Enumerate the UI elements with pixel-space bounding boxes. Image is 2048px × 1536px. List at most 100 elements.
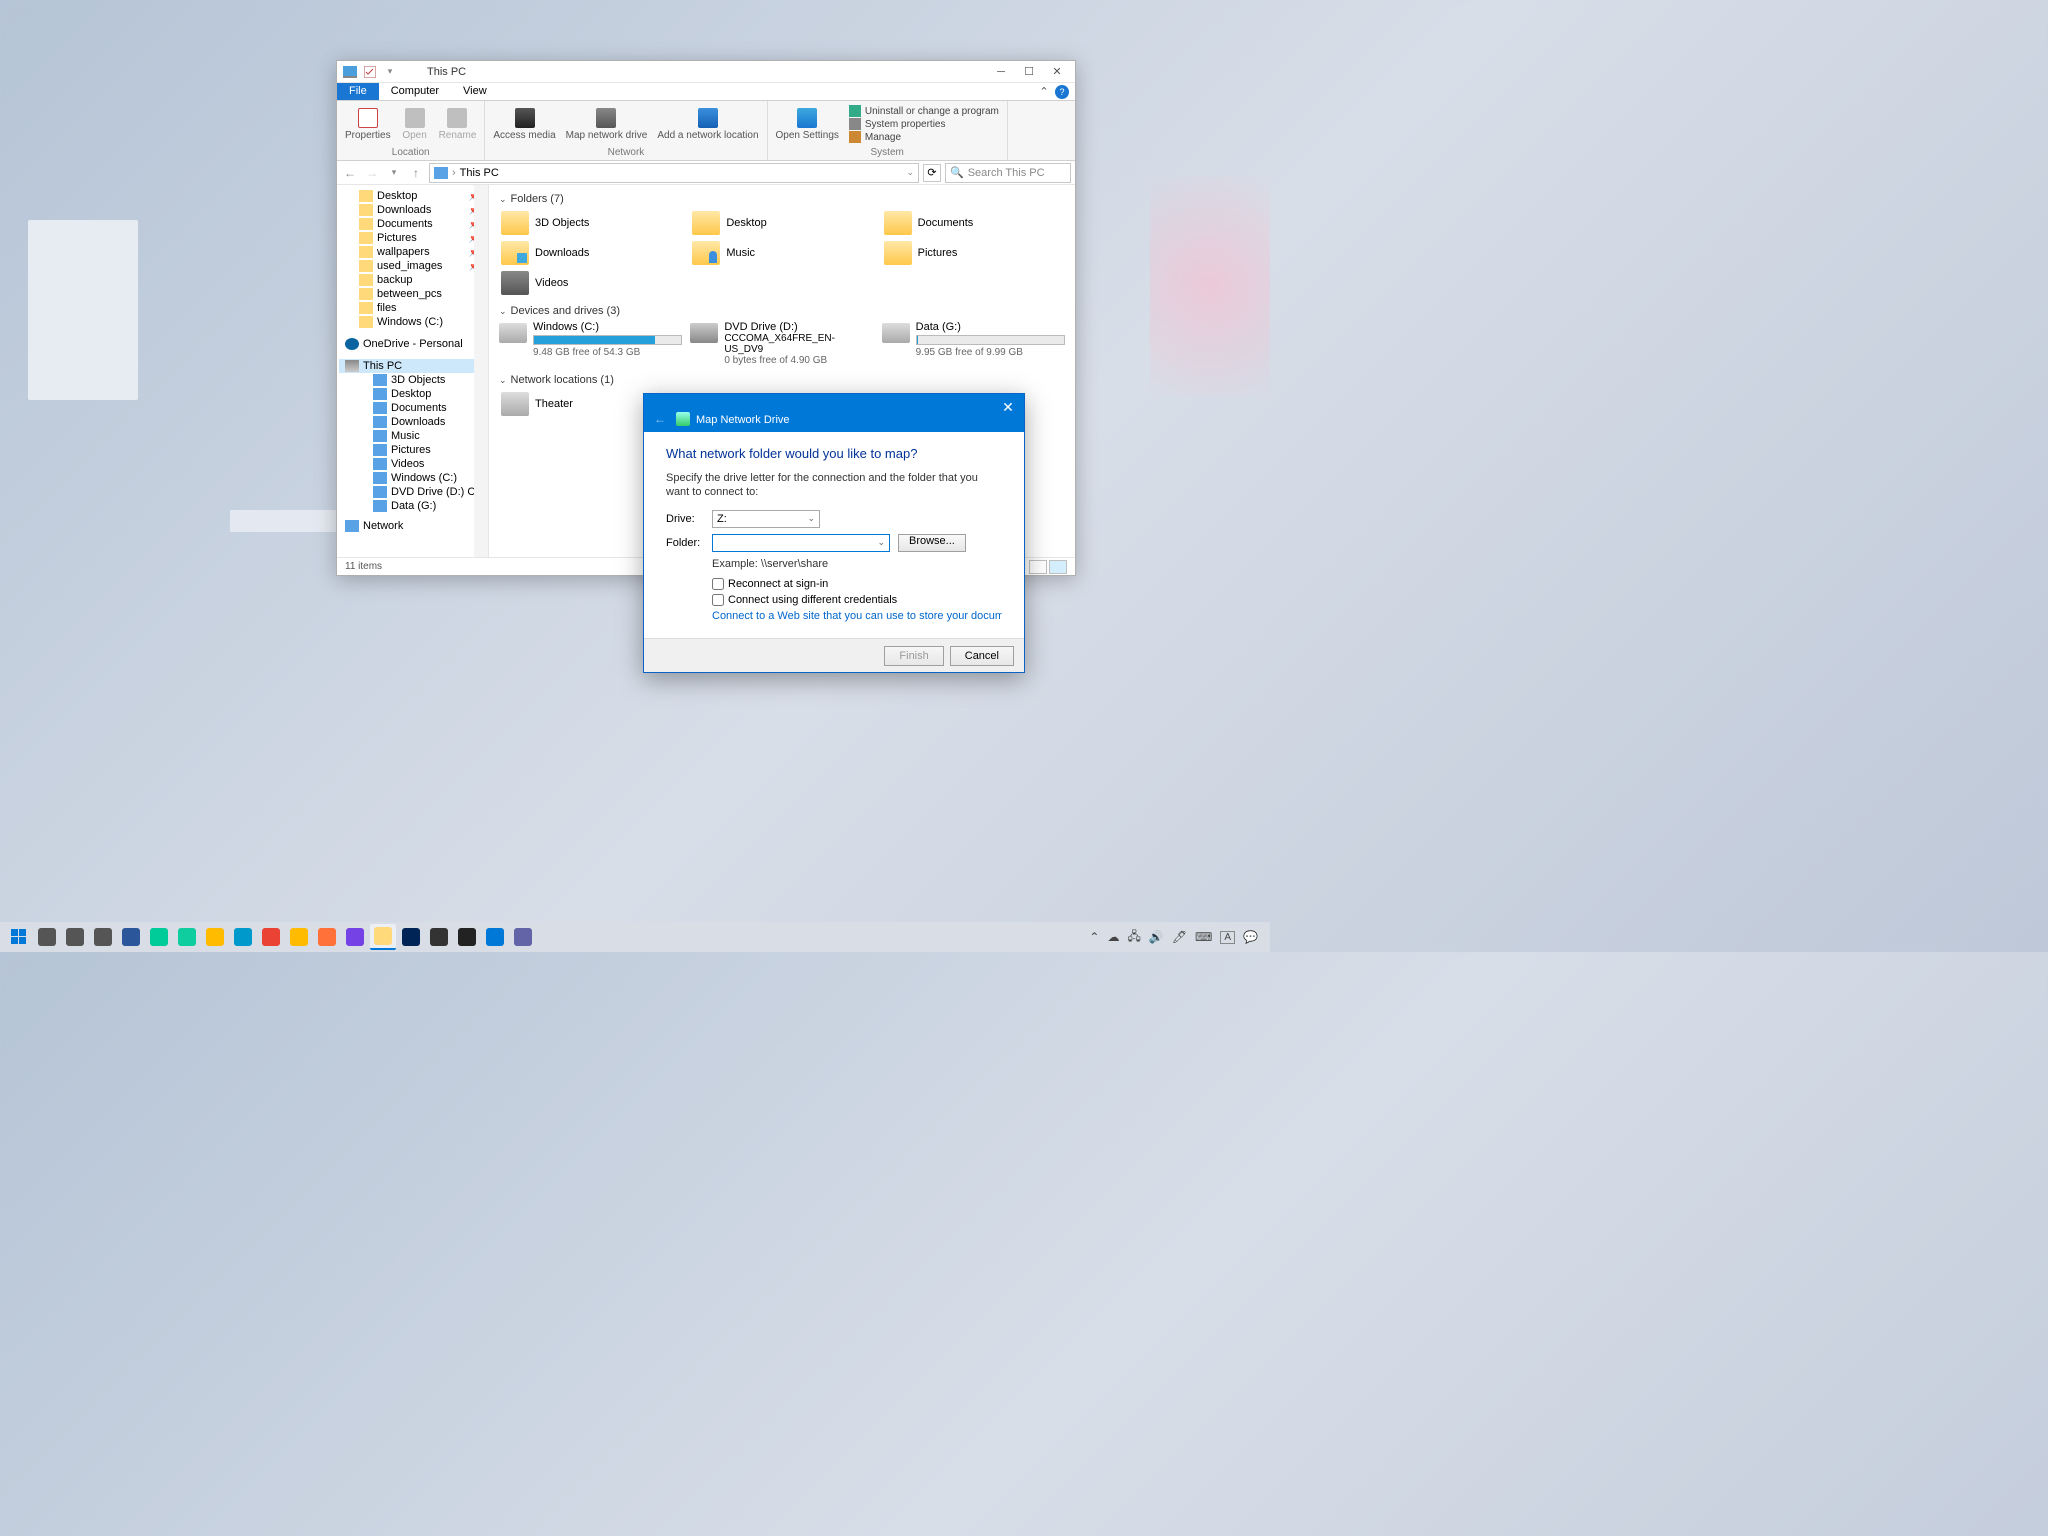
taskbar-chrome-c-button[interactable] bbox=[286, 924, 312, 950]
tray-keyboard-icon[interactable]: ⌨ bbox=[1195, 930, 1212, 944]
system-properties-button[interactable]: System properties bbox=[849, 118, 999, 130]
tree-onedrive[interactable]: OneDrive - Personal bbox=[339, 337, 486, 351]
folder-item[interactable]: 3D Objects bbox=[499, 209, 682, 237]
connect-website-link[interactable]: Connect to a Web site that you can use t… bbox=[712, 610, 1002, 622]
minimize-button[interactable]: ─ bbox=[987, 61, 1015, 83]
drive-item[interactable]: Data (G:)9.95 GB free of 9.99 GB bbox=[882, 321, 1065, 366]
maximize-button[interactable]: ☐ bbox=[1015, 61, 1043, 83]
tree-item[interactable]: between_pcs bbox=[339, 287, 486, 301]
taskbar-mail-button[interactable] bbox=[482, 924, 508, 950]
nav-back-button[interactable]: ← bbox=[341, 164, 359, 182]
tree-item[interactable]: 3D Objects bbox=[339, 373, 486, 387]
taskbar-chrome-button[interactable] bbox=[258, 924, 284, 950]
tree-item[interactable]: Videos bbox=[339, 457, 486, 471]
tree-item[interactable]: used_images📌 bbox=[339, 259, 486, 273]
view-details-button[interactable] bbox=[1029, 560, 1047, 574]
add-network-location-button[interactable]: Add a network location bbox=[653, 103, 762, 146]
taskbar-settings-button[interactable] bbox=[62, 924, 88, 950]
taskbar-edge-c-button[interactable] bbox=[230, 924, 256, 950]
folder-item[interactable]: Music bbox=[690, 239, 873, 267]
drive-item[interactable]: DVD Drive (D:)CCCOMA_X64FRE_EN-US_DV90 b… bbox=[690, 321, 873, 366]
tray-volume-icon[interactable]: 🔊 bbox=[1149, 930, 1164, 944]
reconnect-checkbox[interactable]: Reconnect at sign-in bbox=[712, 578, 1002, 590]
tree-item[interactable]: Downloads📌 bbox=[339, 203, 486, 217]
access-media-button[interactable]: Access media bbox=[489, 103, 559, 146]
folder-input[interactable]: ⌄ bbox=[712, 534, 890, 552]
drive-item[interactable]: Windows (C:)9.48 GB free of 54.3 GB bbox=[499, 321, 682, 366]
view-tiles-button[interactable] bbox=[1049, 560, 1067, 574]
tree-this-pc[interactable]: This PC bbox=[339, 359, 486, 373]
tree-item[interactable]: Windows (C:) bbox=[339, 471, 486, 485]
tree-item[interactable]: DVD Drive (D:) CCCOMA_X64 bbox=[339, 485, 486, 499]
tree-item[interactable]: Pictures📌 bbox=[339, 231, 486, 245]
open-settings-button[interactable]: Open Settings bbox=[772, 103, 843, 146]
taskbar-taskview-button[interactable] bbox=[34, 924, 60, 950]
tab-computer[interactable]: Computer bbox=[379, 83, 451, 100]
taskbar-explorer-button[interactable] bbox=[370, 924, 396, 950]
taskbar-cmd-button[interactable] bbox=[454, 924, 480, 950]
close-button[interactable]: ✕ bbox=[1043, 61, 1071, 83]
manage-button[interactable]: Manage bbox=[849, 131, 999, 143]
folder-item[interactable]: Desktop bbox=[690, 209, 873, 237]
section-folders-header[interactable]: ⌄Folders (7) bbox=[499, 193, 1065, 205]
tree-item[interactable]: Data (G:) bbox=[339, 499, 486, 513]
qa-dropdown-icon[interactable]: ▾ bbox=[381, 64, 399, 80]
tab-view[interactable]: View bbox=[451, 83, 499, 100]
taskbar-tips-button[interactable] bbox=[202, 924, 228, 950]
map-network-drive-button[interactable]: Map network drive bbox=[562, 103, 652, 146]
uninstall-program-button[interactable]: Uninstall or change a program bbox=[849, 105, 999, 117]
section-drives-header[interactable]: ⌄Devices and drives (3) bbox=[499, 305, 1065, 317]
help-icon[interactable]: ? bbox=[1055, 85, 1069, 99]
folder-item[interactable]: Videos bbox=[499, 269, 682, 297]
tree-item[interactable]: wallpapers📌 bbox=[339, 245, 486, 259]
cancel-button[interactable]: Cancel bbox=[950, 646, 1014, 666]
taskbar-wt-button[interactable] bbox=[426, 924, 452, 950]
address-field[interactable]: › This PC ⌄ bbox=[429, 163, 919, 183]
tree-item[interactable]: Downloads bbox=[339, 415, 486, 429]
folder-item[interactable]: Pictures bbox=[882, 239, 1065, 267]
taskbar-edge-button[interactable] bbox=[146, 924, 172, 950]
tree-scrollbar[interactable] bbox=[474, 185, 488, 557]
nav-recent-button[interactable]: ▾ bbox=[385, 164, 403, 182]
dialog-close-button[interactable]: ✕ bbox=[998, 398, 1018, 416]
finish-button[interactable]: Finish bbox=[884, 646, 943, 666]
different-credentials-checkbox[interactable]: Connect using different credentials bbox=[712, 594, 1002, 606]
taskbar-start-button[interactable] bbox=[6, 924, 32, 950]
tray-action-center-icon[interactable]: 💬 bbox=[1243, 930, 1258, 944]
search-input[interactable]: 🔍 Search This PC bbox=[945, 163, 1071, 183]
tray-up-icon[interactable]: ⌃ bbox=[1089, 930, 1099, 944]
ribbon-collapse-icon[interactable]: ⌃ bbox=[1037, 85, 1051, 99]
tray-network-icon[interactable]: 🖧 bbox=[1127, 927, 1140, 948]
tree-item[interactable]: Desktop bbox=[339, 387, 486, 401]
tab-file[interactable]: File bbox=[337, 83, 379, 100]
properties-button[interactable]: Properties bbox=[341, 103, 395, 146]
folder-item[interactable]: Downloads bbox=[499, 239, 682, 267]
folder-item[interactable]: Documents bbox=[882, 209, 1065, 237]
tree-network[interactable]: Network bbox=[339, 519, 486, 533]
taskbar-word-button[interactable] bbox=[118, 924, 144, 950]
tray-cloud-icon[interactable]: ☁ bbox=[1107, 930, 1119, 944]
section-netloc-header[interactable]: ⌄Network locations (1) bbox=[499, 374, 1065, 386]
taskbar-firefox-button[interactable] bbox=[314, 924, 340, 950]
taskbar-powershell-button[interactable] bbox=[398, 924, 424, 950]
tree-item[interactable]: Pictures bbox=[339, 443, 486, 457]
browse-button[interactable]: Browse... bbox=[898, 534, 966, 552]
taskbar-teams-button[interactable] bbox=[510, 924, 536, 950]
drive-select[interactable]: Z:⌄ bbox=[712, 510, 820, 528]
taskbar-firefox-dev-button[interactable] bbox=[342, 924, 368, 950]
tree-item[interactable]: Music bbox=[339, 429, 486, 443]
nav-forward-button[interactable]: → bbox=[363, 164, 381, 182]
tree-item[interactable]: Desktop📌 bbox=[339, 189, 486, 203]
taskbar-store-button[interactable] bbox=[90, 924, 116, 950]
tree-item[interactable]: backup bbox=[339, 273, 486, 287]
nav-up-button[interactable]: ↑ bbox=[407, 164, 425, 182]
tree-item[interactable]: Windows (C:) bbox=[339, 315, 486, 329]
tray-pen-icon[interactable]: 🖊 bbox=[1172, 930, 1187, 944]
refresh-button[interactable]: ⟳ bbox=[923, 164, 941, 182]
tree-item[interactable]: Documents📌 bbox=[339, 217, 486, 231]
tray-lang-icon[interactable]: A bbox=[1220, 931, 1235, 944]
taskbar-edge-dev-button[interactable] bbox=[174, 924, 200, 950]
qa-properties-icon[interactable] bbox=[361, 64, 379, 80]
tree-item[interactable]: Documents bbox=[339, 401, 486, 415]
tree-item[interactable]: files bbox=[339, 301, 486, 315]
